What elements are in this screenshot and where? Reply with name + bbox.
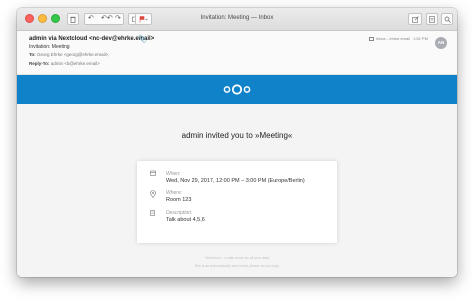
email-body: admin invited you to »Meeting« When: Wed…	[17, 104, 457, 277]
compose-button[interactable]	[408, 13, 422, 25]
sender[interactable]: admin via Nextcloud <nc-dev@ehrke.email>	[29, 36, 154, 42]
received-time: 1:52 PM	[413, 36, 428, 41]
avatar: AN	[435, 37, 447, 49]
to-row: To: Georg Ehrke <georg@ehrke.email>,	[29, 52, 110, 57]
search-button[interactable]	[441, 13, 453, 25]
to-recipient[interactable]: Georg Ehrke <georg@ehrke.email>,	[37, 52, 110, 57]
event-details-card: When: Wed, Nov 29, 2017, 12:00 PM – 3:00…	[137, 161, 337, 243]
mailbox-indicator: Inbox - ehrke.email	[369, 36, 410, 41]
reply-to-address[interactable]: admin <b@ehrke.email>	[51, 61, 100, 66]
footer-notice: This is an automatically sent email, ple…	[194, 264, 280, 268]
note-icon	[429, 16, 435, 23]
compose-icon	[411, 16, 419, 23]
reply-to-row: Reply-To: admin <b@ehrke.email>	[29, 61, 100, 66]
paperclip-icon[interactable]: 📎	[138, 35, 147, 43]
when-label: When:	[166, 171, 181, 177]
location-pin-icon	[150, 190, 156, 200]
invitation-title: admin invited you to »Meeting«	[181, 131, 293, 140]
note-button[interactable]	[426, 13, 438, 25]
to-label: To:	[29, 52, 36, 57]
mail-window: ↶ ↶↶ ↷ Invitation: Meeting — Inbox admin…	[17, 8, 457, 277]
where-label: Where:	[166, 190, 183, 196]
where-value: Room 123	[166, 197, 192, 203]
message-header: admin via Nextcloud <nc-dev@ehrke.email>…	[17, 31, 457, 75]
subject: Invitation: Meeting	[29, 44, 70, 50]
description-label: Description:	[166, 210, 193, 216]
nextcloud-banner	[17, 75, 457, 104]
reply-to-label: Reply-To:	[29, 61, 50, 66]
description-icon	[150, 210, 155, 218]
footer-tagline: Nextcloud – a safe home for all your dat…	[205, 256, 269, 260]
title-bar: ↶ ↶↶ ↷ Invitation: Meeting — Inbox	[17, 8, 457, 31]
inbox-icon	[369, 36, 374, 41]
window-title: Invitation: Meeting — Inbox	[200, 15, 274, 21]
calendar-icon	[150, 170, 156, 178]
mailbox-name: Inbox - ehrke.email	[376, 36, 411, 41]
nextcloud-logo-icon	[223, 84, 251, 95]
description-value: Talk about 4,5,6	[166, 217, 205, 223]
search-icon	[444, 16, 451, 23]
when-value: Wed, Nov 29, 2017, 12:00 PM – 3:00 PM (E…	[166, 178, 305, 184]
